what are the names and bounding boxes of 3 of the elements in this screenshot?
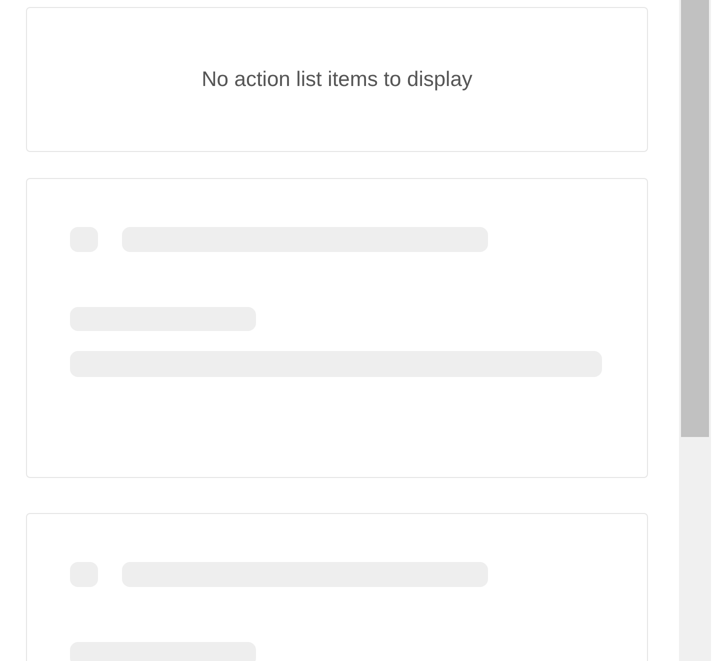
scrollbar-thumb[interactable] <box>681 0 709 437</box>
empty-message: No action list items to display <box>202 68 472 92</box>
scrollbar[interactable] <box>679 0 711 661</box>
